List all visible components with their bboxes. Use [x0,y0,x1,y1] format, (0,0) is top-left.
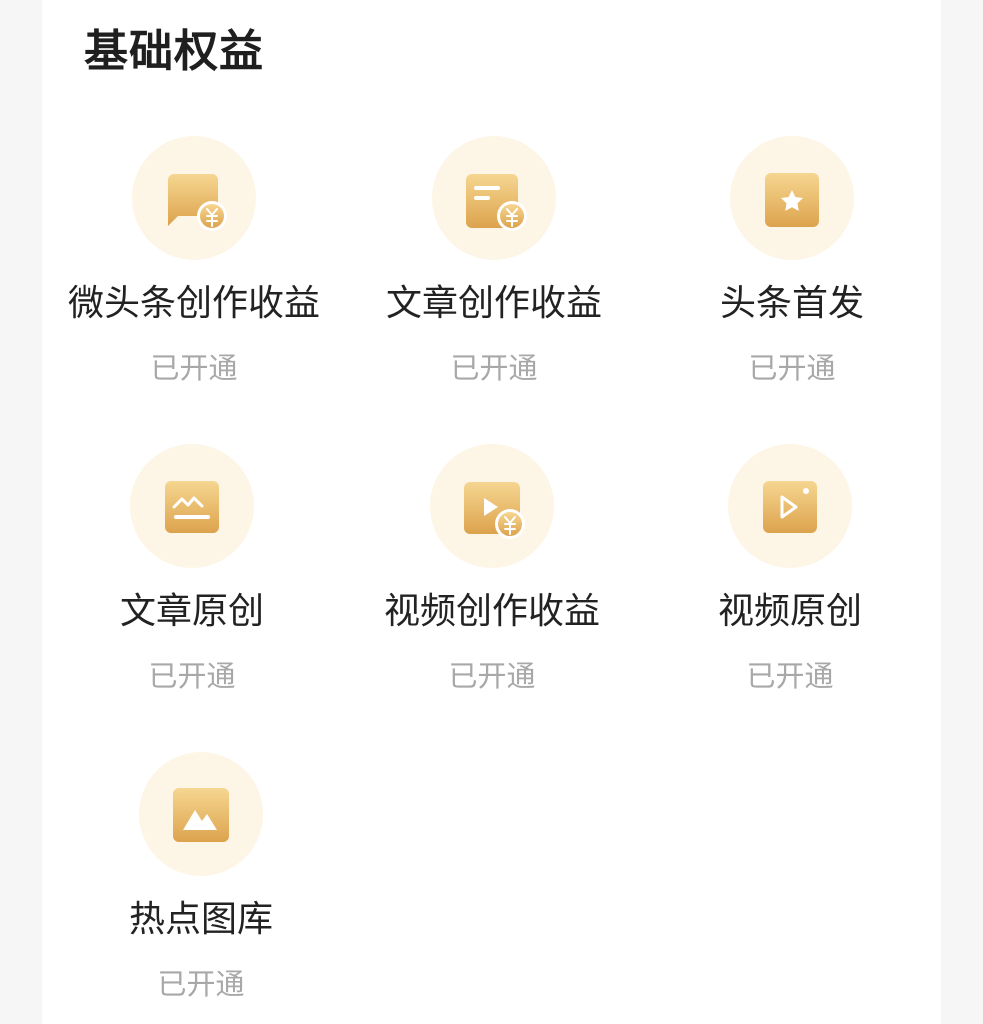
benefit-label: 热点图库 [128,899,273,940]
benefit-item-article-original[interactable]: 文章原创 已开通 [42,444,342,704]
star-badge-icon [730,136,854,260]
benefits-card: 基础权益 微头条创作收益 已开通 文章创作收益 已开通 头条首发 已开通 文章原… [42,0,941,1024]
benefit-label: 视频原创 [717,591,862,632]
video-play-icon [728,444,852,568]
benefit-status: 已开通 [150,351,238,385]
benefit-label: 微头条创作收益 [67,283,320,324]
benefit-label: 头条首发 [719,283,864,324]
document-yuan-icon [432,136,556,260]
play-yuan-icon [430,444,554,568]
mountain-image-icon [139,752,263,876]
benefit-status: 已开通 [448,659,536,693]
line-chart-icon [130,444,254,568]
benefit-status: 已开通 [450,351,538,385]
benefit-status: 已开通 [748,351,836,385]
chat-bubble-yuan-icon [132,136,256,260]
benefit-label: 视频创作收益 [383,591,600,632]
benefit-item-toutiao-first-publish[interactable]: 头条首发 已开通 [642,136,942,396]
benefit-item-video-revenue[interactable]: 视频创作收益 已开通 [342,444,642,704]
benefit-item-weitoutiao-revenue[interactable]: 微头条创作收益 已开通 [44,136,344,396]
section-title: 基础权益 [84,26,264,77]
benefit-item-article-revenue[interactable]: 文章创作收益 已开通 [344,136,644,396]
benefit-label: 文章创作收益 [385,283,602,324]
benefit-status: 已开通 [148,659,236,693]
benefit-label: 文章原创 [119,591,264,632]
benefit-item-hot-gallery[interactable]: 热点图库 已开通 [51,752,351,1012]
benefit-status: 已开通 [746,659,834,693]
benefit-status: 已开通 [157,967,245,1001]
benefit-item-video-original[interactable]: 视频原创 已开通 [640,444,940,704]
